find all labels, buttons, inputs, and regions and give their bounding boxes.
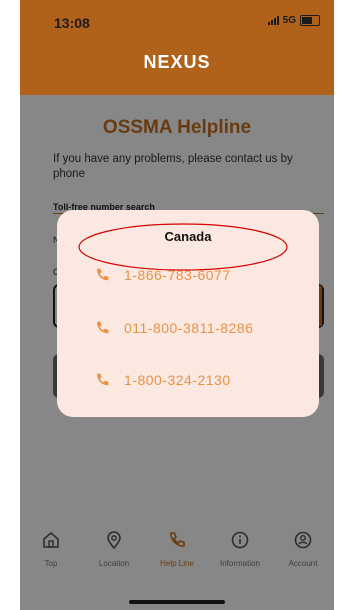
network-label: 5G bbox=[282, 15, 296, 26]
status-indicators: 5G bbox=[267, 15, 320, 26]
phone-number-2: 011-800-3811-8286 bbox=[124, 320, 254, 336]
phone-link-2[interactable]: 011-800-3811-8286 bbox=[94, 320, 253, 336]
battery-icon bbox=[300, 15, 320, 26]
phone-link-3[interactable]: 1-800-324-2130 bbox=[94, 372, 231, 388]
phone-icon bbox=[97, 373, 109, 386]
annotation-ellipse bbox=[78, 223, 288, 271]
app-header: 13:08 5G NEXUS bbox=[20, 0, 334, 95]
app-screen: 13:08 5G NEXUS OSSMA Helpline If you hav… bbox=[20, 0, 334, 610]
signal-icon bbox=[267, 16, 279, 25]
phone-number-3: 1-800-324-2130 bbox=[124, 372, 231, 388]
status-time: 13:08 bbox=[54, 15, 90, 31]
app-title: NEXUS bbox=[143, 52, 211, 72]
phone-icon bbox=[97, 321, 109, 334]
